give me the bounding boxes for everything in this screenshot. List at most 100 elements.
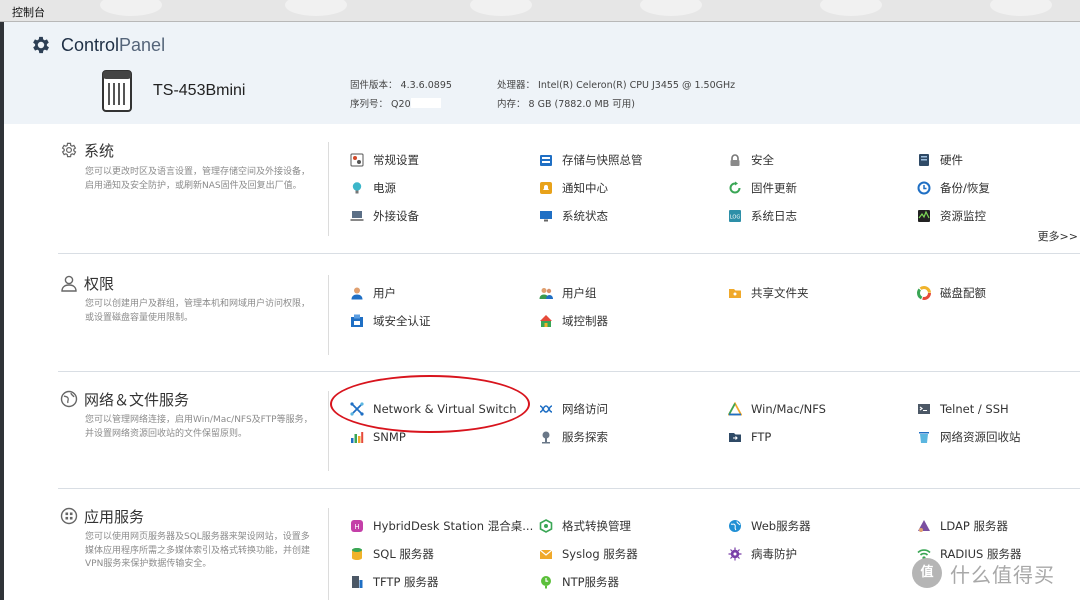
antivirus-icon (728, 547, 742, 561)
section-desc-privilege: 您可以创建用户及群组，管理本机和网域用户访问权限，或设置磁盘容量使用限制。 (85, 299, 311, 323)
apps-item-tftp[interactable]: TFTP 服务器 (350, 572, 439, 592)
background-blob (100, 0, 162, 16)
background-blob (285, 0, 347, 16)
syslog-icon (539, 549, 553, 559)
apps-item-sql[interactable]: SQL 服务器 (350, 544, 434, 564)
section-divider-vertical (328, 391, 329, 471)
apps-item-ldap[interactable]: LDAP 服务器 (917, 516, 1008, 536)
network-switch-icon (350, 402, 364, 416)
apps-item-antivirus[interactable]: 病毒防护 (728, 544, 797, 564)
system-gear-icon (61, 142, 77, 158)
serial-info: 序列号： Q20 (350, 96, 441, 110)
network-item-network-access[interactable]: 网络访问 (539, 399, 608, 419)
nas-device-icon (102, 70, 132, 112)
watermark-text: 什么值得买 (950, 562, 1055, 587)
section-divider (58, 253, 1080, 254)
background-blob (820, 0, 882, 16)
system-item-system-status[interactable]: 系统状态 (539, 206, 608, 226)
ftp-icon (729, 433, 741, 442)
bulb-icon (352, 182, 362, 194)
section-desc-apps: 您可以使用网页服务器及SQL服务器来架设网站，设置多媒体应用程序所需之多媒体索引… (85, 532, 311, 569)
network-item-recycle-bin[interactable]: 网络资源回收站 (917, 427, 1021, 447)
notification-icon (540, 182, 552, 194)
network-item-snmp[interactable]: SNMP (350, 427, 406, 447)
section-title-privilege: 权限 (84, 275, 115, 293)
privilege-item-user[interactable]: 用户 (350, 283, 396, 303)
sql-icon (352, 548, 362, 560)
system-item-backup[interactable]: 备份/恢复 (917, 178, 990, 198)
section-desc-network: 您可以管理网络连接，启用Win/Mac/NFS及FTP等服务，并设置网络资源回收… (85, 415, 313, 439)
apps-item-ntp[interactable]: NTP服务器 (539, 572, 619, 592)
section-divider-vertical (328, 142, 329, 236)
recycle-bin-icon (919, 432, 929, 443)
system-item-power[interactable]: 电源 (350, 178, 396, 198)
network-item-telnet-ssh[interactable]: Telnet / SSH (917, 399, 1009, 419)
user-icon (351, 287, 363, 300)
hardware-icon (919, 154, 929, 166)
storage-icon (540, 155, 552, 166)
lock-icon (730, 154, 740, 166)
laptop-icon (350, 211, 364, 221)
privilege-item-domain-security[interactable]: 域安全认证 (350, 311, 431, 331)
cpu-info: 处理器： Intel(R) Celeron(R) CPU J3455 @ 1.5… (497, 80, 736, 91)
network-item-ftp[interactable]: FTP (728, 427, 771, 447)
system-item-system-log[interactable]: LOG 系统日志 (728, 206, 797, 226)
background-blob (640, 0, 702, 16)
domain-controller-icon (540, 315, 552, 327)
section-divider-vertical (328, 275, 329, 355)
apps-item-transcode[interactable]: 格式转换管理 (539, 516, 631, 536)
network-item-service-discovery[interactable]: 服务探索 (539, 427, 608, 447)
system-item-resource-monitor[interactable]: 资源监控 (917, 206, 986, 226)
device-name: TS-453Bmini (153, 82, 246, 99)
system-item-security[interactable]: 安全 (728, 150, 774, 170)
system-item-hardware[interactable]: 硬件 (917, 150, 963, 170)
transcode-icon (539, 519, 553, 533)
system-item-general-settings[interactable]: 常规设置 (350, 150, 419, 170)
system-item-external-device[interactable]: 外接设备 (350, 206, 419, 226)
privilege-item-domain-controller[interactable]: 域控制器 (539, 311, 608, 331)
terminal-icon (918, 404, 930, 414)
privilege-item-quota[interactable]: 磁盘配额 (917, 283, 986, 303)
more-link[interactable]: 更多>> (1038, 228, 1078, 244)
control-panel-title: ControlPanel (61, 35, 166, 55)
bar-chart-icon (351, 432, 364, 443)
apps-item-web-server[interactable]: Web服务器 (728, 516, 811, 536)
apps-item-hybriddesk[interactable]: H HybridDesk Station 混合桌... (350, 516, 533, 536)
ldap-icon (918, 520, 930, 532)
gear-icon (33, 36, 49, 54)
background-blob (990, 0, 1052, 16)
section-divider (58, 371, 1080, 372)
web-server-icon (729, 520, 741, 532)
privilege-item-user-group[interactable]: 用户组 (539, 283, 597, 303)
network-access-icon (539, 405, 553, 413)
section-divider-vertical (328, 508, 329, 600)
svg-text:H: H (354, 523, 359, 531)
section-desc-system: 您可以更改时区及语言设置，管理存储空间及外接设备，启用通知及安全防护，或刷新NA… (85, 167, 311, 191)
system-item-firmware-update[interactable]: 固件更新 (728, 178, 797, 198)
log-icon: LOG (729, 210, 741, 222)
user-group-icon (539, 288, 553, 299)
serial-redaction (410, 98, 441, 108)
triangle-icon (728, 402, 742, 416)
hybriddesk-icon: H (351, 520, 363, 532)
update-icon (729, 181, 741, 194)
window-title: 控制台 (12, 6, 45, 19)
system-item-notification[interactable]: 通知中心 (539, 178, 608, 198)
apps-item-syslog[interactable]: Syslog 服务器 (539, 544, 638, 564)
backup-icon (917, 181, 931, 195)
domain-security-icon (351, 314, 363, 327)
monitor-icon (540, 211, 552, 222)
user-outline-icon (61, 275, 77, 292)
network-item-network-virtual-switch[interactable]: Network & Virtual Switch (350, 399, 517, 419)
window-title-bar: 控制台 (0, 0, 1080, 22)
memory-info: 内存： 8 GB (7882.0 MB 可用) (497, 99, 635, 110)
control-panel-header: ControlPanel TS-453Bmini 固件版本： 4.3.6.089… (4, 22, 1080, 124)
tftp-icon (352, 576, 363, 588)
network-item-win-mac-nfs[interactable]: Win/Mac/NFS (728, 399, 826, 419)
system-item-storage[interactable]: 存储与快照总管 (539, 150, 643, 170)
section-title-network: 网络＆文件服务 (84, 391, 190, 409)
globe-icon (60, 390, 78, 408)
svg-text:LOG: LOG (730, 215, 741, 221)
shared-folder-icon (729, 289, 741, 298)
privilege-item-shared-folder[interactable]: 共享文件夹 (728, 283, 809, 303)
